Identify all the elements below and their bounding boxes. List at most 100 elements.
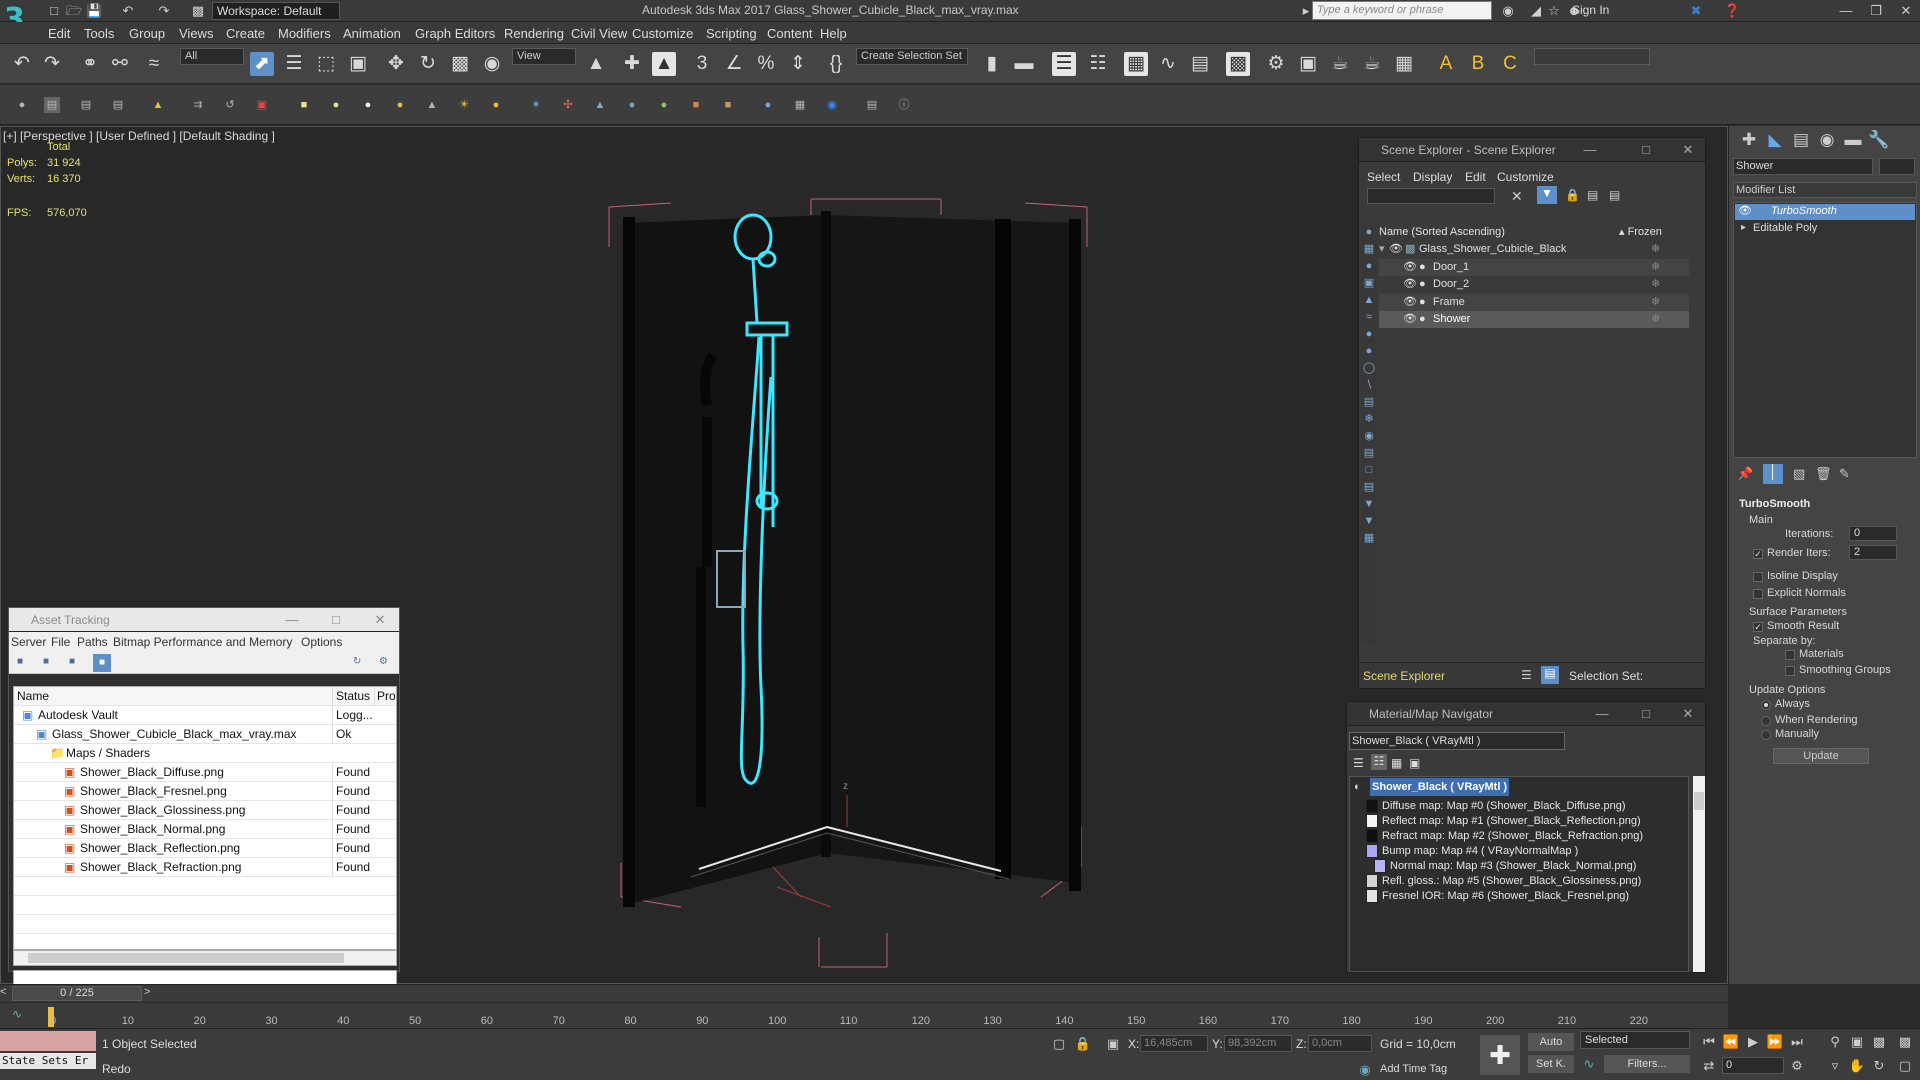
freeze-icon[interactable]: ❄ <box>1651 311 1660 328</box>
tree-root-label[interactable]: Glass_Shower_Cubicle_Black <box>1419 241 1566 258</box>
vray-debug-shading-icon[interactable]: ◉ <box>824 97 840 113</box>
view-small-icons-icon[interactable]: ▦ <box>1391 756 1402 770</box>
material-name-field[interactable]: Shower_Black ( VRayMtl ) <box>1349 732 1565 750</box>
vray-clipper-icon[interactable]: ● <box>656 97 672 113</box>
tree-row-root[interactable]: ▾ 👁 ▩ Glass_Shower_Cubicle_Black ❄ <box>1379 241 1689 258</box>
vray-bake-icon[interactable]: ▤ <box>864 97 880 113</box>
render-iters-checkbox[interactable]: ✓ <box>1753 549 1763 559</box>
filters-button[interactable]: Filters... <box>1604 1055 1690 1073</box>
track-bar[interactable]: ∿ 0 10 20 30 40 50 60 70 80 90 100 110 120 130 140 150 1… <box>0 1002 1728 1028</box>
open-file-icon[interactable]: 🗁 <box>66 3 82 19</box>
create-selection-set-dropdown[interactable]: Create Selection Set <box>856 48 968 65</box>
menu-customize[interactable]: Customize <box>632 26 693 41</box>
menu-group[interactable]: Group <box>129 26 165 41</box>
asset-table-row[interactable]: ▣ Shower_Black_Glossiness.png Found <box>14 801 396 820</box>
minimize-panel-icon[interactable]: — <box>1593 705 1611 723</box>
materials-checkbox[interactable] <box>1785 650 1795 660</box>
time-next-icon[interactable]: > <box>144 986 150 998</box>
key-mode-toggle-icon[interactable]: ⇄ <box>1700 1057 1718 1075</box>
selection-set-icon[interactable]: ▤ <box>1541 666 1559 684</box>
field-of-view-icon[interactable]: ▿ <box>1826 1057 1844 1075</box>
at-view-icon-3[interactable]: ■ <box>69 656 75 667</box>
bind-space-warp-icon[interactable]: ≈ <box>142 52 166 76</box>
vray-ies-light-icon[interactable]: ● <box>392 97 408 113</box>
smooth-result-checkbox[interactable]: ✓ <box>1753 622 1763 632</box>
modifier-stack-item-turbosmooth[interactable]: 👁 TurboSmooth <box>1735 204 1915 220</box>
pan-view-icon[interactable]: ✋ <box>1848 1057 1866 1075</box>
time-prev-icon[interactable]: < <box>0 986 6 998</box>
zoom-extents-icon[interactable]: ▩ <box>1870 1033 1888 1051</box>
angle-snap-icon[interactable]: ∠ <box>722 52 746 76</box>
render-iterative-icon[interactable]: ☕ <box>1360 52 1384 76</box>
go-to-end-icon[interactable]: ⏭ <box>1788 1033 1806 1051</box>
at-menu-paths[interactable]: Paths <box>77 635 108 649</box>
close-panel-icon[interactable]: ✕ <box>1679 705 1697 723</box>
render-setup-icon[interactable]: ⚙ <box>1264 52 1288 76</box>
isoline-checkbox[interactable] <box>1753 572 1763 582</box>
modify-tab-icon[interactable]: ◣ <box>1763 128 1787 152</box>
update-button[interactable]: Update <box>1773 748 1869 764</box>
freeze-icon[interactable]: ❄ <box>1651 241 1660 258</box>
eye-toggle-icon[interactable]: 👁 <box>1738 204 1752 217</box>
project-folder-icon[interactable]: ▩ <box>190 3 206 19</box>
maxscript-listener[interactable]: State Sets Er <box>0 1053 96 1069</box>
toolbar-icon-7[interactable]: ↺ <box>222 97 238 113</box>
toggle-ribbon-icon[interactable]: ▦ <box>1124 52 1148 76</box>
go-to-start-icon[interactable]: ⏮ <box>1700 1033 1718 1051</box>
asset-table-row[interactable]: ▣ Autodesk Vault Logg... <box>14 706 396 725</box>
always-radio[interactable] <box>1761 700 1771 710</box>
workspace-dropdown[interactable]: Workspace: Default <box>212 2 340 20</box>
manually-radio[interactable] <box>1761 730 1771 740</box>
close-panel-icon[interactable]: ✕ <box>1679 141 1697 159</box>
menu-help[interactable]: Help <box>820 26 847 41</box>
set-key-plus-icon[interactable]: ✚ <box>1480 1035 1520 1075</box>
vray-text-b-icon[interactable]: B <box>1466 52 1490 76</box>
when-rendering-radio[interactable] <box>1761 716 1771 726</box>
play-icon[interactable]: ▶ <box>1744 1033 1762 1051</box>
material-map-row[interactable]: Fresnel IOR: Map #6 (Shower_Black_Fresne… <box>1350 887 1688 905</box>
asset-col-prox[interactable]: Prox <box>374 687 396 706</box>
curve-editor-mini-icon[interactable]: ∿ <box>12 1007 22 1021</box>
se-menu-customize[interactable]: Customize <box>1497 170 1554 184</box>
iterations-spinner[interactable]: 0 <box>1849 526 1897 541</box>
tree-row-shower[interactable]: 👁 ● Shower ❄ <box>1379 311 1689 328</box>
place-icon[interactable]: ◉ <box>480 52 504 76</box>
modifier-turbosmooth-label[interactable]: TurboSmooth <box>1771 205 1837 217</box>
vray-lister-icon[interactable]: ▦ <box>792 97 808 113</box>
at-view-icon-1[interactable]: ■ <box>17 656 23 667</box>
toolbar-icon-2[interactable]: ▤ <box>44 97 60 113</box>
visibility-eye-icon[interactable]: 👁 <box>1403 259 1417 276</box>
x-coordinate-field[interactable]: 16,485cm <box>1140 1035 1208 1052</box>
configure-modifier-sets-icon[interactable]: ✎ <box>1839 466 1850 482</box>
unlink-icon[interactable]: ⚯ <box>108 52 132 76</box>
display-tab-icon[interactable]: ▬ <box>1841 128 1865 152</box>
tree-item-label[interactable]: Door_1 <box>1433 259 1469 276</box>
time-slider-thumb[interactable]: 0 / 225 <box>12 986 142 1001</box>
link-icon[interactable]: ⚭ <box>78 52 102 76</box>
search-input[interactable]: Type a keyword or phrase <box>1312 1 1492 20</box>
minimize-panel-icon[interactable]: — <box>283 611 301 629</box>
maximize-viewport-icon[interactable]: ▢ <box>1896 1057 1914 1075</box>
vray-text-c-icon[interactable]: C <box>1498 52 1522 76</box>
named-selection-sets-icon[interactable]: {} <box>824 52 848 76</box>
freeze-icon[interactable]: ❄ <box>1651 294 1660 311</box>
help-icon[interactable]: ❓ <box>1724 3 1740 19</box>
visibility-eye-icon[interactable]: 👁 <box>1403 311 1417 328</box>
communication-center-icon[interactable]: ◢ <box>1528 3 1544 19</box>
asset-table-row[interactable]: ▣ Shower_Black_Refraction.png Found <box>14 858 396 877</box>
spinner-snap-icon[interactable]: ⇕ <box>786 52 810 76</box>
se-hierarchy-icon[interactable]: ▤ <box>1587 188 1598 202</box>
percent-snap-icon[interactable]: % <box>754 52 778 76</box>
expand-arrow-icon[interactable]: ▾ <box>1379 241 1385 258</box>
curve-editor-icon[interactable]: ∿ <box>1156 52 1180 76</box>
layers-icon[interactable]: ☰ <box>1521 668 1532 682</box>
add-time-tag-button[interactable]: Add Time Tag <box>1380 1063 1447 1075</box>
previous-frame-icon[interactable]: ⏪ <box>1722 1033 1740 1051</box>
motion-tab-icon[interactable]: ◉ <box>1815 128 1839 152</box>
zoom-icon[interactable]: ⚲ <box>1826 1033 1844 1051</box>
menu-tools[interactable]: Tools <box>84 26 114 41</box>
se-menu-select[interactable]: Select <box>1367 170 1400 184</box>
se-menu-edit[interactable]: Edit <box>1465 170 1486 184</box>
at-view-icon-4[interactable]: ■ <box>93 654 111 672</box>
vray-ambient-light-icon[interactable]: ▲ <box>424 97 440 113</box>
